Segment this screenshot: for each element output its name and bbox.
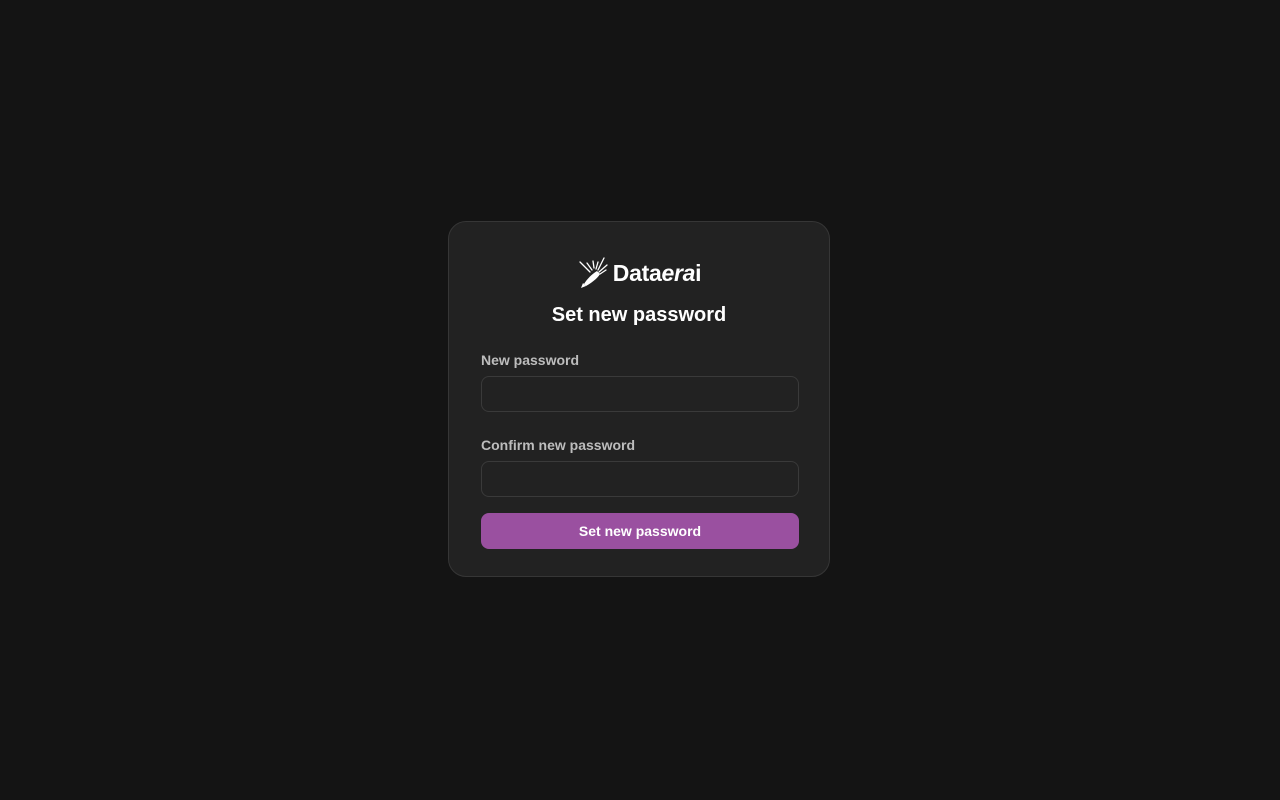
page-title: Set new password bbox=[551, 304, 727, 326]
confirm-password-label: Confirm new password bbox=[481, 437, 636, 453]
brand-name-italic: era bbox=[661, 259, 696, 286]
brand-wordmark: Dataerai bbox=[612, 259, 702, 286]
new-password-input[interactable] bbox=[481, 376, 799, 412]
new-password-label: New password bbox=[481, 352, 580, 368]
confirm-password-input[interactable] bbox=[481, 461, 799, 497]
reset-password-card: Dataerai Set new password New password C… bbox=[448, 221, 830, 577]
brand-logo: Dataerai bbox=[481, 256, 797, 290]
rocket-burst-icon bbox=[579, 257, 608, 288]
page: Dataerai Set new password New password C… bbox=[0, 0, 1280, 800]
set-new-password-button[interactable]: Set new password bbox=[481, 513, 799, 549]
brand-name-suffix: i bbox=[695, 259, 702, 286]
brand-name-regular: Data bbox=[612, 259, 662, 286]
